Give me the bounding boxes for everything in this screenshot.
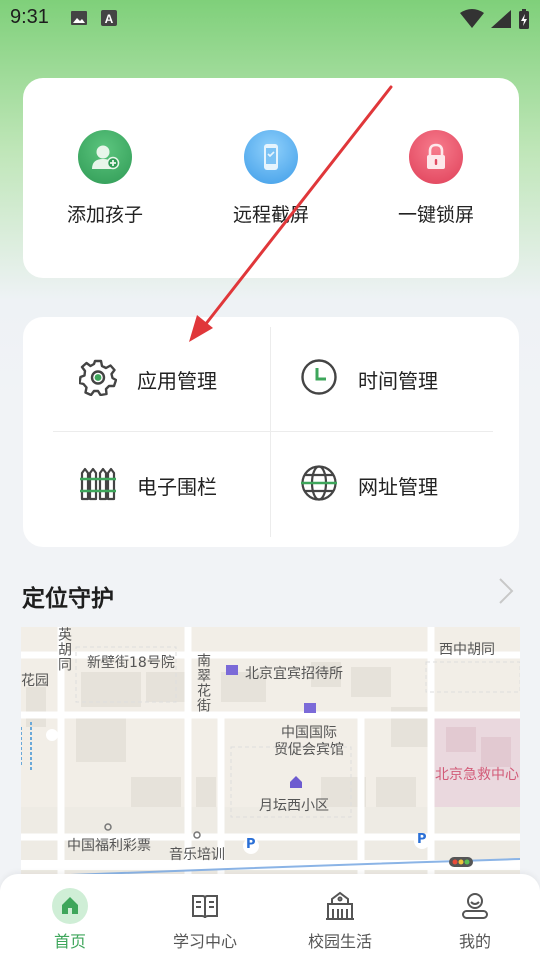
map-label: 西中胡同 (439, 642, 495, 658)
nav-profile[interactable]: 我的 (420, 886, 530, 952)
map-label: 音乐培训 (169, 847, 225, 863)
nav-campus-life-label: 校园生活 (307, 932, 372, 951)
map-label: 花园 (21, 673, 49, 689)
svg-text:A: A (105, 12, 114, 26)
management-card: 应用管理 时间管理 电子围栏 网址管理 (23, 317, 519, 547)
add-child-label: 添加孩子 (66, 204, 143, 226)
map-label: 新壁街18号院 (87, 655, 175, 671)
gear-icon (78, 358, 118, 400)
signal-icon (490, 9, 512, 33)
add-child-icon (78, 130, 132, 184)
map-label: 中国福利彩票 (67, 838, 151, 854)
wifi-icon (460, 9, 484, 33)
home-icon (15, 886, 125, 926)
fence-icon (79, 464, 117, 506)
status-time: 9:31 (10, 6, 49, 28)
map-label: 南翠花街 (195, 653, 211, 713)
time-management-label: 时间管理 (358, 368, 438, 393)
battery-charging-icon (518, 8, 530, 34)
clock-icon (300, 358, 338, 400)
map-label: 北京急救中心 (435, 767, 519, 783)
lock-icon (409, 130, 463, 184)
app-management-button[interactable]: 应用管理 (78, 354, 217, 404)
map-label: 北京宜宾招待所 (245, 666, 343, 682)
nav-home[interactable]: 首页 (15, 886, 125, 952)
map-label: 月坛西小区 (259, 798, 329, 814)
geofence-label: 电子围栏 (137, 474, 217, 499)
location-guard-title: 定位守护 (22, 586, 114, 612)
school-icon (285, 886, 395, 926)
nav-home-label: 首页 (53, 932, 86, 951)
lock-screen-button[interactable]: 一键锁屏 (376, 130, 496, 227)
add-child-button[interactable]: 添加孩子 (45, 130, 165, 227)
time-management-button[interactable]: 时间管理 (300, 354, 438, 404)
chevron-right-icon[interactable] (494, 576, 518, 610)
map-label: 英胡同 (56, 627, 72, 672)
nav-learning-center-label: 学习中心 (172, 932, 237, 951)
parking-icon: P (417, 832, 427, 847)
geofence-button[interactable]: 电子围栏 (79, 460, 217, 510)
divider (53, 431, 493, 432)
parking-icon: P (246, 837, 256, 852)
lock-screen-label: 一键锁屏 (397, 204, 474, 226)
quick-actions-card: 添加孩子 远程截屏 一键锁屏 (23, 78, 519, 278)
map-label: 贸促会宾馆 (274, 742, 344, 758)
app-management-label: 应用管理 (137, 368, 217, 393)
location-map[interactable]: 英胡同 新壁街18号院 南翠花街 北京宜宾招待所 西中胡同 花园 中国国际 贸促… (21, 627, 520, 877)
profile-icon (420, 886, 530, 926)
url-management-button[interactable]: 网址管理 (300, 460, 438, 510)
status-bar: 9:31 A (0, 0, 540, 38)
bottom-navigation: 首页 学习中心 校园生活 我的 (0, 874, 540, 960)
nav-campus-life[interactable]: 校园生活 (285, 886, 395, 952)
globe-icon (300, 464, 338, 506)
image-icon (70, 9, 88, 31)
remote-screenshot-label: 远程截屏 (232, 204, 309, 226)
nav-learning-center[interactable]: 学习中心 (150, 886, 260, 952)
font-app-icon: A (100, 9, 118, 31)
divider (270, 327, 271, 537)
nav-profile-label: 我的 (458, 932, 491, 951)
phone-screenshot-icon (244, 130, 298, 184)
book-icon (150, 886, 260, 926)
url-management-label: 网址管理 (358, 474, 438, 499)
remote-screenshot-button[interactable]: 远程截屏 (211, 130, 331, 227)
